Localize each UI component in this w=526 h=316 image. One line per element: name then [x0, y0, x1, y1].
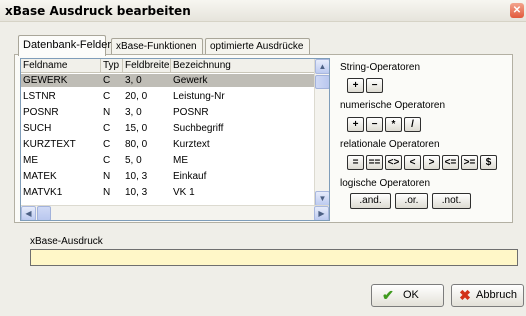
- table-cell: 10, 3: [125, 171, 148, 182]
- numeric-divide-button[interactable]: /: [404, 117, 421, 132]
- table-cell: C: [103, 155, 111, 166]
- table-cell: 10, 3: [125, 187, 148, 198]
- scroll-up-icon[interactable]: ▲: [315, 59, 329, 74]
- cancel-button[interactable]: ✖ Abbruch: [451, 284, 524, 307]
- tab-xbase-funktionen[interactable]: xBase-Funktionen: [111, 38, 203, 55]
- column-header-typ[interactable]: Typ: [101, 59, 123, 73]
- table-cell: POSNR: [23, 107, 59, 118]
- table-cell: Kurztext: [173, 139, 210, 150]
- tab-datenbank-felder[interactable]: Datenbank-Felder: [18, 35, 111, 56]
- numeric-operators-label: numerische Operatoren: [340, 100, 446, 111]
- check-icon: ✔: [382, 287, 394, 303]
- horizontal-scrollbar[interactable]: ◀ ▶: [21, 205, 329, 220]
- string-plus-button[interactable]: +: [347, 78, 364, 93]
- table-row[interactable]: MATVK1 N 10, 3 VK 1: [21, 186, 315, 199]
- string-operators-label: String-Operatoren: [340, 62, 421, 73]
- string-minus-button[interactable]: −: [366, 78, 383, 93]
- rel-contains-button[interactable]: $: [480, 155, 497, 170]
- table-cell: Einkauf: [173, 171, 207, 182]
- table-cell: VK 1: [173, 187, 195, 198]
- table-cell: C: [103, 123, 111, 134]
- table-cell: N: [103, 171, 111, 182]
- table-row[interactable]: GEWERK C 3, 0 Gewerk: [21, 74, 315, 87]
- scroll-down-icon[interactable]: ▼: [315, 191, 329, 206]
- rel-less-equal-button[interactable]: <=: [442, 155, 459, 170]
- table-cell: POSNR: [173, 107, 209, 118]
- table-row[interactable]: ME C 5, 0 ME: [21, 154, 315, 167]
- numeric-plus-button[interactable]: +: [347, 117, 364, 132]
- table-cell: 15, 0: [125, 123, 148, 134]
- table-cell: 80, 0: [125, 139, 148, 150]
- table-cell: N: [103, 107, 111, 118]
- table-row[interactable]: SUCH C 15, 0 Suchbegriff: [21, 122, 315, 135]
- list-header: Feldname Typ Feldbreite Bezeichnung: [21, 59, 315, 73]
- scroll-thumb[interactable]: [315, 75, 329, 89]
- ok-button[interactable]: ✔ OK: [371, 284, 444, 307]
- table-cell: KURZTEXT: [23, 139, 76, 150]
- column-header-feldbreite[interactable]: Feldbreite: [123, 59, 171, 73]
- table-cell: 3, 0: [125, 107, 142, 118]
- relational-operators-label: relationale Operatoren: [340, 139, 440, 150]
- rel-greater-equal-button[interactable]: >=: [461, 155, 478, 170]
- table-cell: 3, 0: [125, 75, 142, 86]
- rel-not-equal-button[interactable]: <>: [385, 155, 402, 170]
- table-cell: ME: [23, 155, 38, 166]
- scroll-right-icon[interactable]: ▶: [314, 206, 329, 220]
- numeric-minus-button[interactable]: −: [366, 117, 383, 132]
- table-row[interactable]: LSTNR C 20, 0 Leistung-Nr: [21, 90, 315, 103]
- cancel-button-label: Abbruch: [476, 289, 517, 301]
- numeric-multiply-button[interactable]: *: [385, 117, 402, 132]
- table-cell: ME: [173, 155, 188, 166]
- column-header-bezeichnung[interactable]: Bezeichnung: [171, 59, 315, 73]
- logic-and-button[interactable]: .and.: [350, 193, 391, 209]
- table-cell: 20, 0: [125, 91, 148, 102]
- expression-label: xBase-Ausdruck: [30, 236, 103, 247]
- table-cell: MATEK: [23, 171, 57, 182]
- table-row[interactable]: KURZTEXT C 80, 0 Kurztext: [21, 138, 315, 151]
- expression-input[interactable]: [30, 249, 518, 266]
- title-bar[interactable]: xBase Ausdruck bearbeiten ✕: [0, 0, 526, 22]
- fields-list[interactable]: Feldname Typ Feldbreite Bezeichnung GEWE…: [20, 58, 330, 221]
- table-row[interactable]: MATEK N 10, 3 Einkauf: [21, 170, 315, 183]
- window-title: xBase Ausdruck bearbeiten: [5, 4, 191, 18]
- table-cell: C: [103, 139, 111, 150]
- table-cell: MATVK1: [23, 187, 63, 198]
- table-cell: GEWERK: [23, 75, 68, 86]
- rel-equal-button[interactable]: =: [347, 155, 364, 170]
- table-cell: SUCH: [23, 123, 52, 134]
- logic-not-button[interactable]: .not.: [432, 193, 471, 209]
- ok-button-label: OK: [403, 289, 419, 301]
- rel-exact-equal-button[interactable]: ==: [366, 155, 383, 170]
- x-icon: ✖: [459, 287, 471, 303]
- table-cell: LSTNR: [23, 91, 56, 102]
- table-cell: Gewerk: [173, 75, 208, 86]
- table-row[interactable]: POSNR N 3, 0 POSNR: [21, 106, 315, 119]
- table-cell: 5, 0: [125, 155, 142, 166]
- rel-greater-button[interactable]: >: [423, 155, 440, 170]
- scroll-left-icon[interactable]: ◀: [21, 206, 36, 220]
- close-icon[interactable]: ✕: [510, 3, 524, 18]
- vertical-scrollbar[interactable]: ▲ ▼: [314, 59, 329, 206]
- table-cell: C: [103, 91, 111, 102]
- scroll-thumb-horizontal[interactable]: [37, 206, 51, 220]
- table-cell: C: [103, 75, 111, 86]
- table-cell: Leistung-Nr: [173, 91, 225, 102]
- table-cell: N: [103, 187, 111, 198]
- logical-operators-label: logische Operatoren: [340, 178, 431, 189]
- table-cell: Suchbegriff: [173, 123, 224, 134]
- tab-optimierte-ausdruecke[interactable]: optimierte Ausdrücke: [205, 38, 310, 55]
- logic-or-button[interactable]: .or.: [395, 193, 428, 209]
- dialog-window: xBase Ausdruck bearbeiten ✕ Datenbank-Fe…: [0, 0, 526, 316]
- column-header-feldname[interactable]: Feldname: [21, 59, 101, 73]
- rel-less-button[interactable]: <: [404, 155, 421, 170]
